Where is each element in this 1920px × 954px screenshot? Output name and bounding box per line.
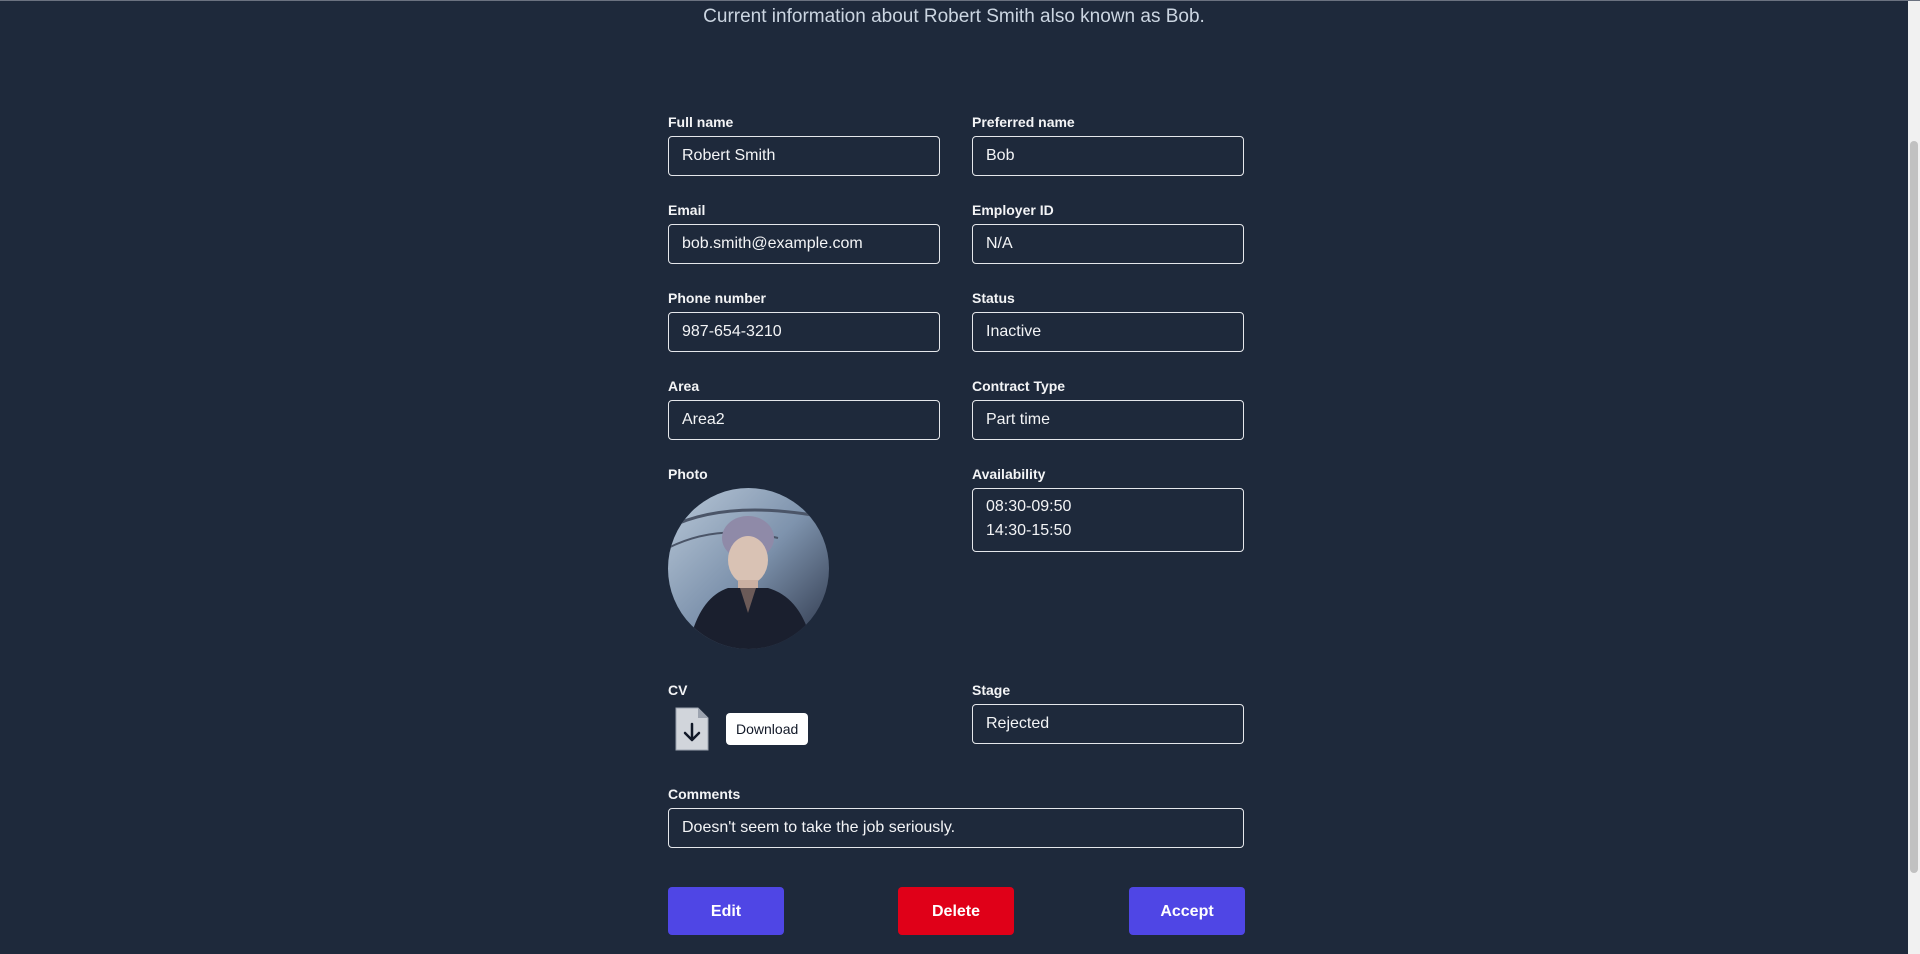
preferred-name-label: Preferred name	[972, 114, 1075, 130]
area-label: Area	[668, 378, 700, 394]
availability-label: Availability	[972, 466, 1046, 482]
delete-button[interactable]: Delete	[898, 887, 1014, 935]
file-download-icon[interactable]	[668, 704, 716, 754]
contract-type-label: Contract Type	[972, 378, 1066, 394]
availability-slot: 14:30-15:50	[986, 522, 1072, 539]
full-name-field: Full name Robert Smith	[668, 114, 940, 176]
email-field: Email bob.smith@example.com	[668, 202, 940, 264]
stage-field: Stage Rejected	[972, 682, 1244, 744]
employer-id-input[interactable]: N/A	[972, 224, 1244, 264]
availability-box[interactable]: 08:30-09:50 14:30-15:50	[972, 488, 1244, 552]
comments-input[interactable]: Doesn't seem to take the job seriously.	[668, 808, 1244, 848]
availability-slot: 08:30-09:50	[986, 498, 1072, 515]
scrollbar-track[interactable]	[1908, 1, 1920, 954]
area-field: Area Area2	[668, 378, 940, 440]
full-name-label: Full name	[668, 114, 734, 130]
cv-label: CV	[668, 682, 688, 698]
accept-button[interactable]: Accept	[1129, 887, 1245, 935]
phone-field: Phone number 987-654-3210	[668, 290, 940, 352]
status-field: Status Inactive	[972, 290, 1244, 352]
download-button[interactable]: Download	[726, 713, 809, 745]
scrollbar-thumb[interactable]	[1910, 141, 1918, 873]
profile-photo-image	[668, 488, 829, 649]
photo-field: Photo	[668, 466, 940, 649]
stage-input[interactable]: Rejected	[972, 704, 1244, 744]
status-label: Status	[972, 290, 1015, 306]
preferred-name-field: Preferred name Bob	[972, 114, 1244, 176]
contract-type-field: Contract Type Part time	[972, 378, 1244, 440]
availability-field: Availability 08:30-09:50 14:30-15:50	[972, 466, 1244, 552]
comments-label: Comments	[668, 786, 741, 802]
phone-input[interactable]: 987-654-3210	[668, 312, 940, 352]
page-subtitle: Current information about Robert Smith a…	[703, 6, 1205, 27]
photo-label: Photo	[668, 466, 708, 482]
comments-field: Comments Doesn't seem to take the job se…	[668, 786, 1244, 848]
stage-label: Stage	[972, 682, 1011, 698]
preferred-name-input[interactable]: Bob	[972, 136, 1244, 176]
employer-id-field: Employer ID N/A	[972, 202, 1244, 264]
email-input[interactable]: bob.smith@example.com	[668, 224, 940, 264]
phone-label: Phone number	[668, 290, 767, 306]
cv-field: CV Download	[668, 682, 940, 754]
cv-row: Download	[668, 704, 940, 754]
edit-button[interactable]: Edit	[668, 887, 784, 935]
status-input[interactable]: Inactive	[972, 312, 1244, 352]
email-label: Email	[668, 202, 706, 218]
contract-type-input[interactable]: Part time	[972, 400, 1244, 440]
profile-photo	[668, 488, 829, 649]
employer-id-label: Employer ID	[972, 202, 1054, 218]
area-input[interactable]: Area2	[668, 400, 940, 440]
top-border	[0, 0, 1920, 1]
full-name-input[interactable]: Robert Smith	[668, 136, 940, 176]
